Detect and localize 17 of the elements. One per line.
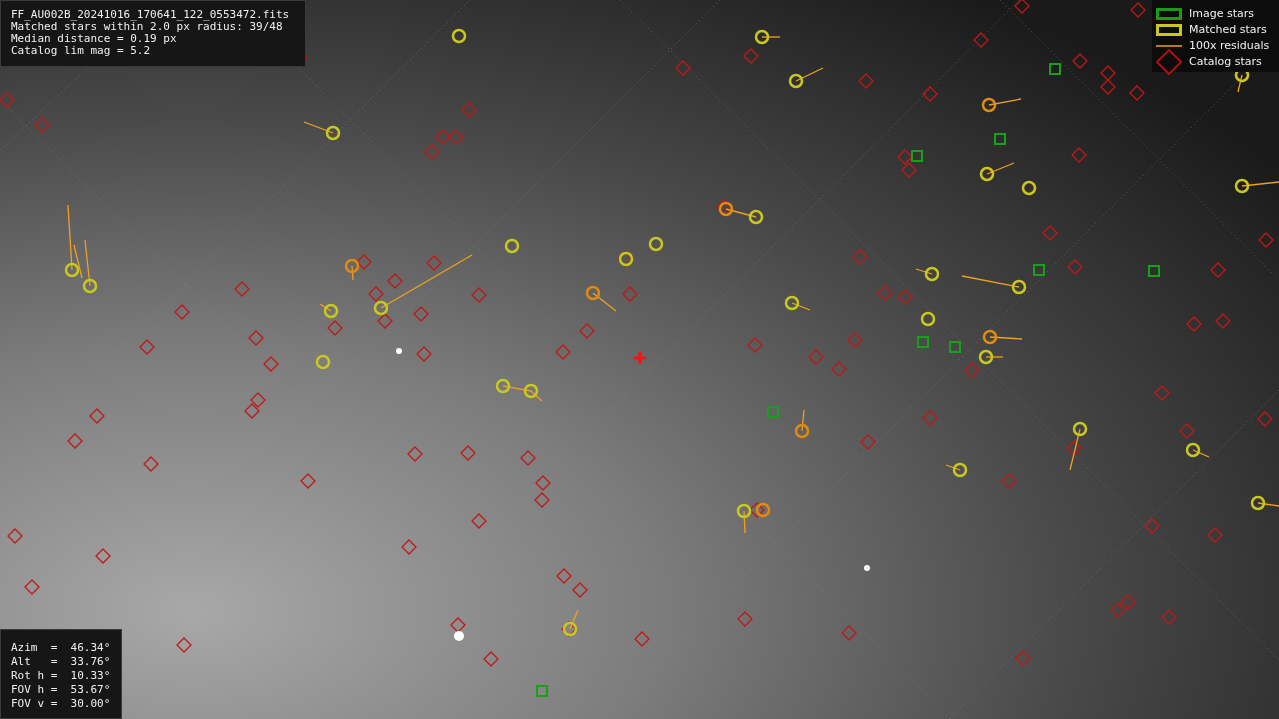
line-marker-icon	[1156, 44, 1182, 47]
pointing-text: Alt = 33.76°	[11, 655, 112, 669]
pointing-text: Azim = 46.34°	[11, 641, 112, 655]
info-text: FF_AU002B_20241016_170641_122_0553472.fits	[11, 9, 291, 21]
info-text: Catalog lim mag = 5.2	[11, 45, 152, 57]
legend-label: Catalog stars	[1189, 54, 1262, 69]
legend-label: 100x residuals	[1189, 38, 1270, 53]
legend-label: Matched stars	[1189, 22, 1267, 37]
square-marker-icon	[1156, 23, 1182, 36]
info-text: Matched stars within 2.0 px radius: 39/48	[11, 21, 283, 33]
info-text: Median distance = 0.19 px	[11, 33, 178, 45]
pointing-text: FOV v = 30.00°	[11, 697, 112, 711]
pointing-text: Rot h = 10.33°	[11, 669, 112, 683]
legend-label: Image stars	[1189, 6, 1254, 21]
pointing-text: FOV h = 53.67°	[11, 683, 112, 697]
square-marker-icon	[1156, 7, 1182, 20]
diamond-marker-icon	[1156, 48, 1182, 75]
